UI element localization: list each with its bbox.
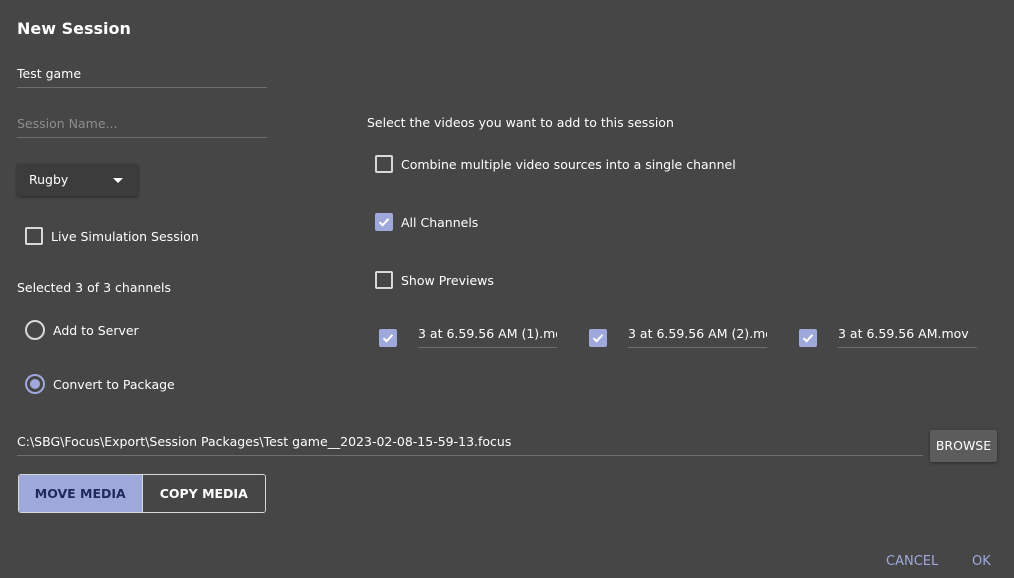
combine-sources-label: Combine multiple video sources into a si… [401,156,736,172]
video-file-1-name[interactable]: 3 at 6.59.56 AM (1).mov [418,322,557,348]
package-path-field[interactable]: C:\SBG\Focus\Export\Session Packages\Tes… [17,430,923,456]
combine-sources-checkbox[interactable] [375,155,393,173]
videos-instruction: Select the videos you want to add to thi… [367,115,674,130]
show-previews-checkbox[interactable] [375,271,393,289]
convert-to-package-radio[interactable] [25,374,45,394]
ok-button[interactable]: OK [972,554,991,569]
video-file-3-name[interactable]: 3 at 6.59.56 AM.mov [838,322,977,348]
video-file-2-name[interactable]: 3 at 6.59.56 AM (2).mov [628,322,767,348]
video-file-1-checkbox[interactable] [379,329,397,347]
check-icon [382,334,394,343]
media-mode-toggle: MOVE MEDIA COPY MEDIA [18,474,266,513]
video-file-3-checkbox[interactable] [799,329,817,347]
move-media-button[interactable]: MOVE MEDIA [19,475,142,512]
session-name-input[interactable]: Session Name... [17,112,267,138]
channels-summary: Selected 3 of 3 channels [17,280,172,295]
check-icon [378,218,390,227]
sport-dropdown[interactable]: Rugby [17,164,138,196]
all-channels-checkbox[interactable] [375,213,393,231]
live-simulation-checkbox-row[interactable]: Live Simulation Session [25,227,199,245]
live-simulation-label: Live Simulation Session [51,228,199,244]
combine-sources-row[interactable]: Combine multiple video sources into a si… [375,155,736,173]
convert-to-package-label: Convert to Package [53,376,175,392]
show-previews-row[interactable]: Show Previews [375,271,494,289]
radio-convert-to-package[interactable]: Convert to Package [25,374,175,394]
all-channels-row[interactable]: All Channels [375,213,478,231]
sport-dropdown-value: Rugby [29,172,69,187]
show-previews-label: Show Previews [401,272,494,288]
check-icon [592,334,604,343]
all-channels-label: All Channels [401,214,479,230]
game-name-field[interactable]: Test game [17,62,267,88]
copy-media-button[interactable]: COPY MEDIA [141,475,265,512]
check-icon [802,334,814,343]
radio-add-to-server[interactable]: Add to Server [25,320,139,340]
cancel-button[interactable]: CANCEL [886,554,938,569]
dialog-title: New Session [17,19,131,38]
add-to-server-radio[interactable] [25,320,45,340]
browse-button[interactable]: BROWSE [930,430,997,462]
video-file-2-checkbox[interactable] [589,329,607,347]
live-simulation-checkbox[interactable] [25,227,43,245]
add-to-server-label: Add to Server [53,322,139,338]
caret-down-icon [113,178,123,183]
